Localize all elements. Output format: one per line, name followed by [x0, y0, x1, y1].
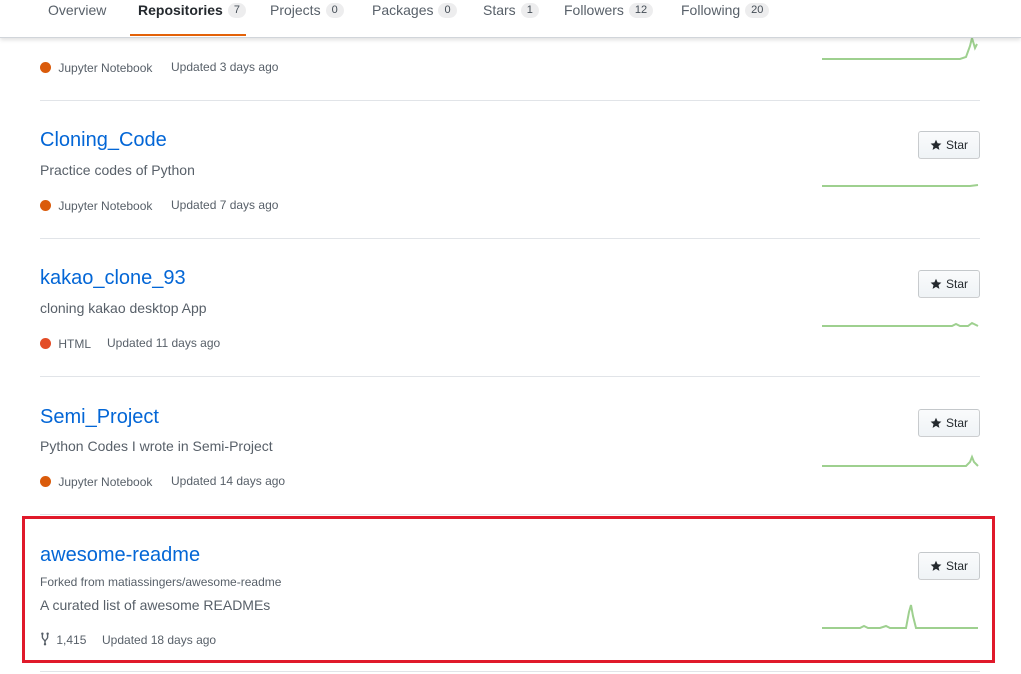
- tab-following-label: Following: [681, 2, 741, 18]
- repo-name-link[interactable]: awesome-readme: [40, 544, 200, 567]
- repo-forks[interactable]: 1,415: [40, 632, 86, 647]
- repo-description: Python Codes I wrote in Semi-Project: [40, 438, 273, 454]
- divider: [40, 100, 980, 101]
- tab-stars-count: 1: [520, 3, 539, 18]
- divider: [40, 238, 980, 239]
- repo-language: Jupyter Notebook: [40, 474, 152, 489]
- activity-sparkline: [822, 321, 979, 327]
- star-button-label: Star: [945, 416, 968, 430]
- tab-repositories-label: Repositories: [138, 2, 223, 18]
- tab-followers-count: 12: [628, 3, 654, 18]
- star-button-label: Star: [945, 138, 968, 152]
- divider: [40, 514, 980, 515]
- language-color-dot: [40, 476, 51, 488]
- tab-following[interactable]: Following 20: [681, 0, 770, 36]
- repo-name-link[interactable]: kakao_clone_93: [40, 267, 186, 290]
- repo-updated: Updated 7 days ago: [171, 198, 279, 212]
- star-button[interactable]: Star: [918, 409, 980, 437]
- activity-sparkline: [822, 454, 979, 467]
- language-color-dot: [40, 62, 51, 74]
- repo-updated: Updated 11 days ago: [107, 336, 221, 350]
- activity-sparkline: [822, 184, 979, 187]
- repo-updated: Updated 14 days ago: [171, 474, 286, 488]
- tab-packages[interactable]: Packages 0: [372, 0, 457, 36]
- repo-name-link[interactable]: Semi_Project: [40, 406, 159, 429]
- star-button[interactable]: Star: [918, 270, 980, 298]
- language-label: HTML: [58, 336, 92, 351]
- tab-overview[interactable]: Overview: [48, 0, 106, 36]
- tab-projects-label: Projects: [270, 2, 321, 18]
- star-button[interactable]: Star: [918, 552, 980, 580]
- repo-description: A curated list of awesome READMEs: [40, 597, 271, 613]
- language-label: Jupyter Notebook: [58, 198, 153, 213]
- fork-icon: [41, 632, 49, 646]
- tab-stars[interactable]: Stars 1: [483, 0, 539, 36]
- star-button[interactable]: Star: [918, 131, 980, 159]
- tab-followers[interactable]: Followers 12: [564, 0, 654, 36]
- repo-language: Jupyter Notebook: [40, 198, 152, 213]
- tab-packages-count: 0: [438, 3, 457, 18]
- tab-repositories-count: 7: [227, 3, 246, 18]
- repo-updated: Updated 3 days ago: [171, 60, 279, 74]
- repo-language: HTML: [40, 336, 91, 351]
- star-button-label: Star: [945, 559, 968, 573]
- forked-from-link[interactable]: Forked from matiassingers/awesome-readme: [40, 575, 281, 589]
- star-icon: [930, 417, 942, 428]
- repo-name-link[interactable]: Cloning_Code: [40, 129, 167, 152]
- language-label: Jupyter Notebook: [58, 474, 153, 489]
- language-color-dot: [40, 338, 51, 350]
- repo-language: Jupyter Notebook: [40, 60, 152, 75]
- tab-repositories[interactable]: Repositories 7: [130, 0, 246, 36]
- tab-followers-label: Followers: [564, 2, 624, 18]
- tab-overview-label: Overview: [48, 2, 107, 18]
- tab-packages-label: Packages: [372, 2, 434, 18]
- activity-sparkline: [822, 604, 978, 629]
- repo-description: Practice codes of Python: [40, 162, 195, 178]
- language-label: Jupyter Notebook: [58, 60, 153, 75]
- divider: [40, 671, 980, 672]
- star-icon: [930, 139, 942, 150]
- tab-following-count: 20: [745, 3, 770, 18]
- tab-projects-count: 0: [325, 3, 344, 18]
- star-icon: [930, 278, 942, 289]
- fork-count: 1,415: [56, 632, 87, 647]
- language-color-dot: [40, 200, 51, 212]
- repo-updated: Updated 18 days ago: [102, 633, 217, 647]
- star-icon: [930, 560, 942, 571]
- tab-stars-label: Stars: [483, 2, 516, 18]
- profile-tab-bar: Overview Repositories 7 Projects 0 Packa…: [0, 0, 1021, 38]
- repo-description: cloning kakao desktop App: [40, 300, 207, 316]
- divider: [40, 376, 980, 377]
- star-button-label: Star: [945, 277, 968, 291]
- tab-projects[interactable]: Projects 0: [270, 0, 344, 36]
